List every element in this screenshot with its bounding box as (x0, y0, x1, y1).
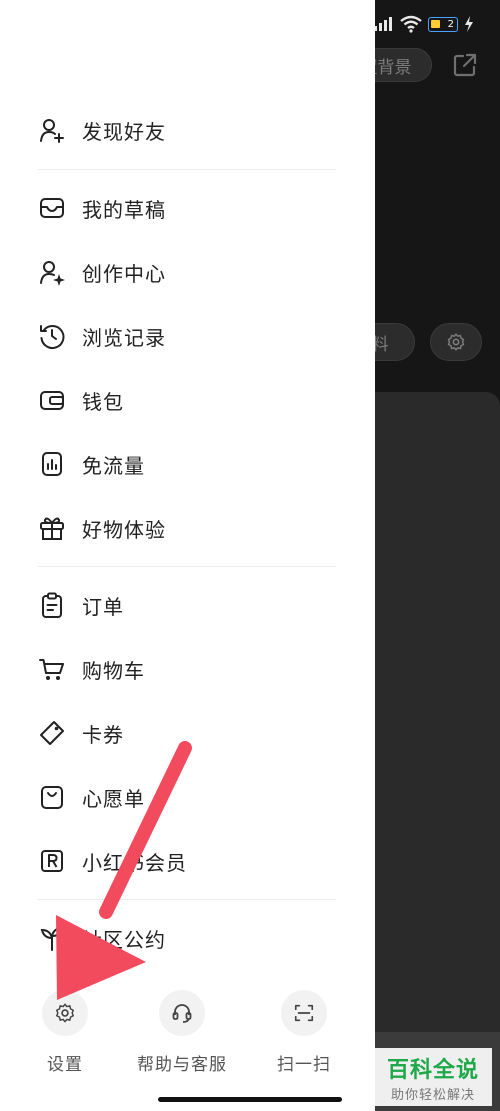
watermark-subtitle: 助你轻松解决 (390, 1087, 475, 1103)
menu-divider (38, 169, 336, 170)
background-content-card (375, 392, 500, 1111)
sprout-icon (38, 924, 66, 952)
menu-item-label: 免流量 (82, 453, 145, 478)
menu-item-membership[interactable]: 小红书会员 (38, 839, 338, 883)
status-bar: 2 (372, 12, 500, 36)
history-clock-icon (38, 322, 66, 350)
drafts-inbox-icon (38, 194, 66, 222)
menu-item-label: 浏览记录 (82, 325, 166, 350)
settings-label: 设置 (47, 1055, 83, 1075)
menu-item-coupons[interactable]: 卡券 (38, 711, 338, 755)
watermark-logo: 百科全说 助你轻松解决 (374, 1048, 492, 1106)
menu-item-wishlist[interactable]: 心愿单 (38, 775, 338, 819)
settings-button[interactable]: 设置 (41, 990, 89, 1075)
scan-label: 扫一扫 (277, 1055, 331, 1075)
scan-button[interactable]: 扫一扫 (274, 990, 334, 1075)
scan-icon (281, 990, 327, 1036)
menu-item-wallet[interactable]: 钱包 (38, 378, 338, 422)
menu-item-label: 心愿单 (82, 786, 145, 811)
menu-item-drafts[interactable]: 我的草稿 (38, 186, 338, 230)
gear-icon (447, 333, 465, 351)
menu-item-label: 购物车 (82, 658, 145, 683)
coupon-tag-icon (38, 719, 66, 747)
add-friend-icon (38, 116, 66, 144)
menu-item-creator-center[interactable]: 创作中心 (38, 250, 338, 294)
battery-level: 2 (447, 18, 454, 30)
menu-item-history[interactable]: 浏览记录 (38, 314, 338, 358)
gift-icon (38, 514, 66, 542)
menu-divider (38, 899, 336, 900)
menu-divider (38, 566, 336, 567)
creator-center-icon (38, 258, 66, 286)
menu-item-orders[interactable]: 订单 (38, 583, 338, 627)
wallet-icon (38, 386, 66, 414)
menu-item-label: 订单 (82, 594, 124, 619)
share-icon[interactable] (452, 52, 478, 78)
signal-icon (374, 17, 392, 31)
menu-item-label: 我的草稿 (82, 197, 166, 222)
headset-icon (159, 990, 205, 1036)
menu-item-label: 社区公约 (82, 927, 166, 952)
menu-item-product-trial[interactable]: 好物体验 (38, 506, 338, 550)
menu-item-cart[interactable]: 购物车 (38, 647, 338, 691)
free-data-icon (38, 450, 66, 478)
menu-item-label: 创作中心 (82, 261, 166, 286)
menu-item-free-data[interactable]: 免流量 (38, 442, 338, 486)
settings-gear-icon (42, 990, 88, 1036)
wifi-icon (400, 15, 422, 33)
menu-item-label: 发现好友 (82, 119, 166, 144)
menu-item-label: 好物体验 (82, 517, 166, 542)
home-indicator (158, 1097, 342, 1102)
profile-settings-button[interactable] (430, 323, 482, 361)
side-drawer-menu: 发现好友 我的草稿 创作中心 浏览记录 钱包 免流量 好物体验 订单 购物车 卡… (0, 0, 375, 1111)
help-support-label: 帮助与客服 (137, 1055, 227, 1075)
menu-item-community-guidelines[interactable]: 社区公约 (38, 916, 338, 960)
menu-item-label: 小红书会员 (82, 850, 187, 875)
help-support-button[interactable]: 帮助与客服 (132, 990, 232, 1075)
menu-item-label: 卡券 (82, 722, 124, 747)
battery-fill (431, 19, 440, 28)
menu-item-label: 钱包 (82, 389, 124, 414)
charging-bolt-icon (465, 16, 473, 32)
battery-indicator: 2 (428, 16, 458, 32)
order-clipboard-icon (38, 591, 66, 619)
watermark-title: 百科全说 (386, 1057, 479, 1083)
menu-item-find-friends[interactable]: 发现好友 (38, 108, 338, 152)
wishlist-bag-icon (38, 783, 66, 811)
cart-icon (38, 655, 66, 683)
membership-r-icon (38, 847, 66, 875)
